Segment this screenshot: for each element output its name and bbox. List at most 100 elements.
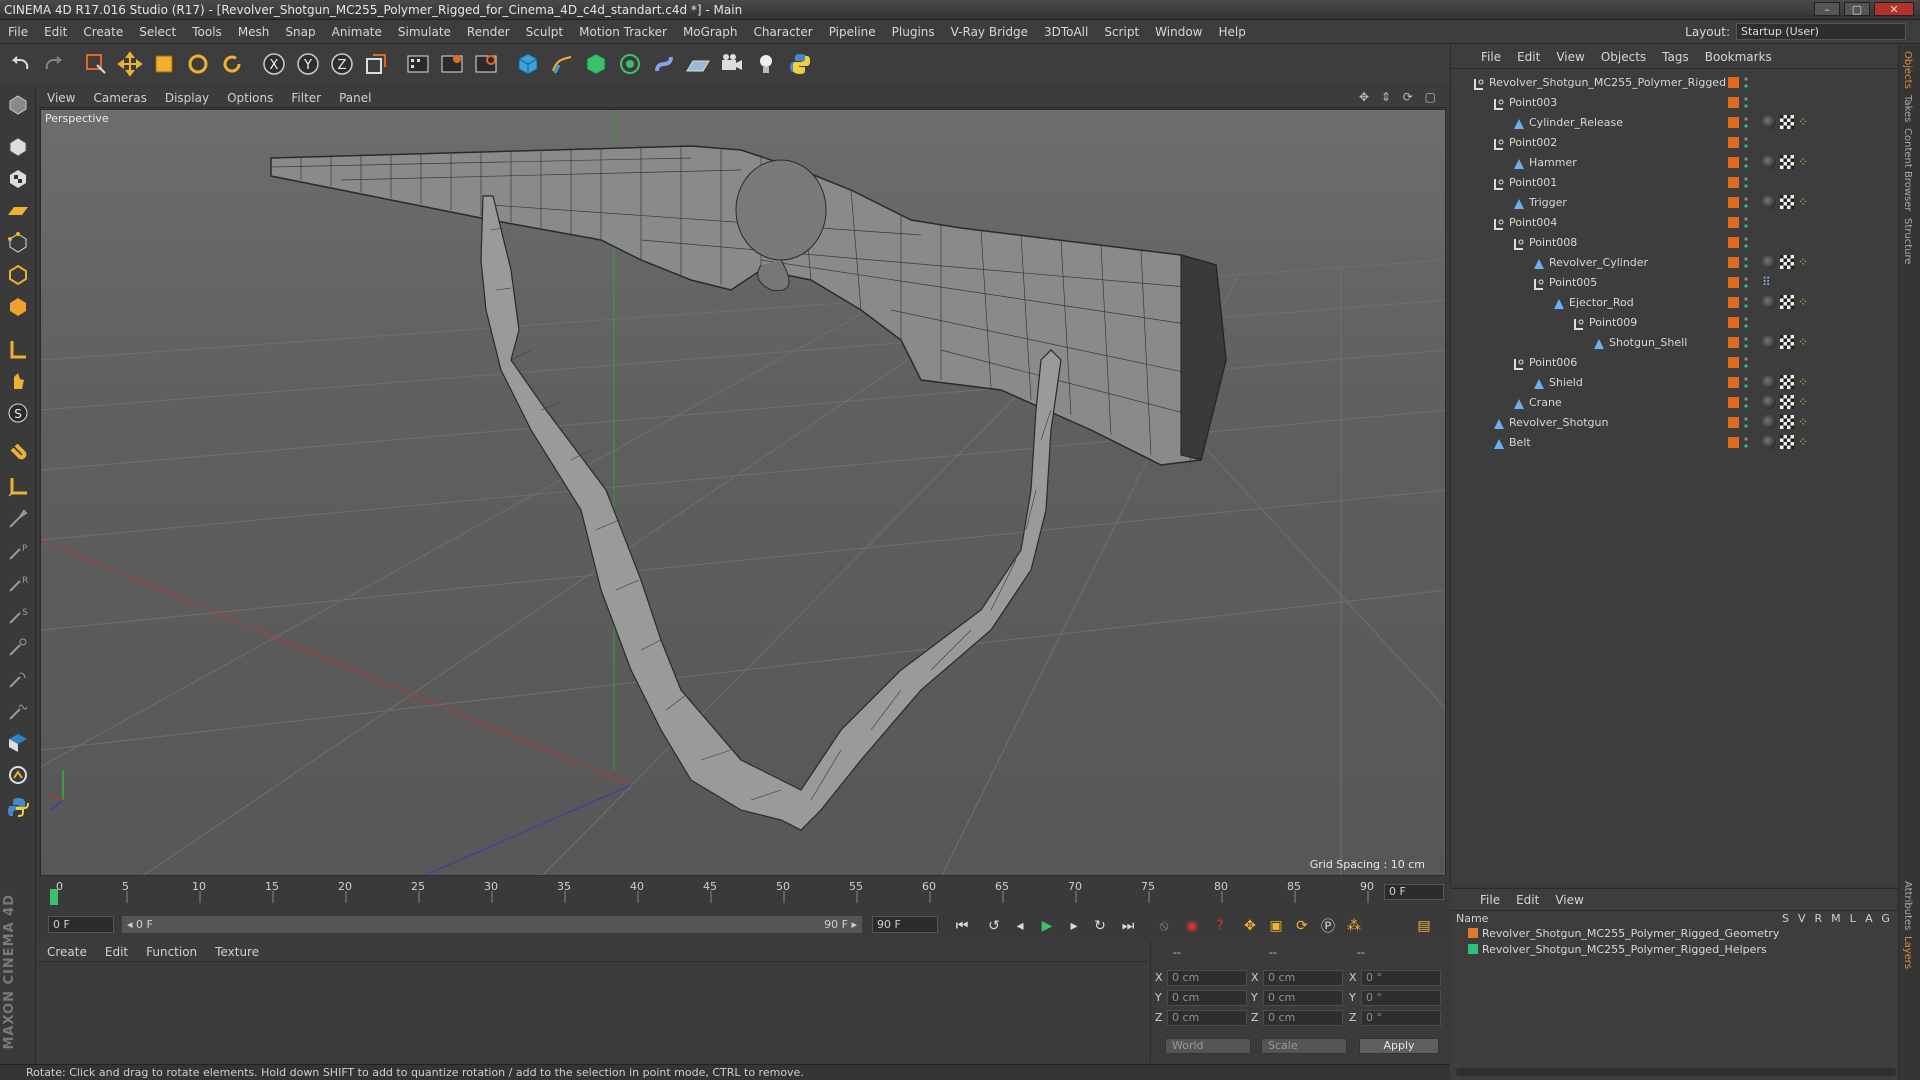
- rotation-p-field[interactable]: 0 °: [1361, 990, 1441, 1006]
- ik-tag-icon[interactable]: ⁘: [1798, 335, 1812, 349]
- snap-icon[interactable]: S: [2, 398, 34, 428]
- visibility-dots-icon[interactable]: [1744, 276, 1748, 290]
- layer-row[interactable]: Revolver_Shotgun_MC255_Polymer_Rigged_Ge…: [1468, 927, 1779, 940]
- ik-tag-icon[interactable]: ⁘: [1798, 115, 1812, 129]
- layer-color-swatch[interactable]: [1728, 157, 1739, 168]
- object-row[interactable]: Point005: [1451, 273, 1726, 293]
- material-tag-icon[interactable]: [1762, 195, 1776, 209]
- uvw-tag-icon[interactable]: [1780, 255, 1794, 269]
- layers-menu-file[interactable]: File: [1472, 893, 1508, 907]
- minimize-button[interactable]: –: [1814, 2, 1840, 16]
- visibility-dots-icon[interactable]: [1744, 216, 1748, 230]
- ik-tag-icon[interactable]: ⁘: [1798, 155, 1812, 169]
- viewport-menu-filter[interactable]: Filter: [282, 91, 330, 105]
- recent-tool-icon[interactable]: [216, 48, 248, 80]
- layer-color-swatch[interactable]: [1728, 437, 1739, 448]
- perspective-viewport[interactable]: Perspective Grid Spacing : 10 cm: [40, 109, 1446, 876]
- current-frame-field[interactable]: 0 F: [1384, 884, 1444, 900]
- brush-smooth-icon[interactable]: [2, 664, 34, 694]
- redo-button[interactable]: [38, 48, 70, 80]
- start-frame-field[interactable]: 0 F: [48, 916, 114, 933]
- menu-script[interactable]: Script: [1096, 25, 1147, 39]
- object-row[interactable]: Shotgun_Shell: [1451, 333, 1726, 353]
- rotation-b-field[interactable]: 0 °: [1361, 1010, 1441, 1026]
- timeline-ruler[interactable]: 0 5 10 15 20 25 30 35 40 45 50 55 60 65 …: [40, 877, 1446, 913]
- light-icon[interactable]: [750, 48, 782, 80]
- position-x-field[interactable]: 0 cm: [1167, 970, 1247, 986]
- cube-primitive-icon[interactable]: [512, 48, 544, 80]
- layer-color-swatch[interactable]: [1728, 77, 1739, 88]
- polygons-mode-icon[interactable]: [2, 292, 34, 322]
- soft-selection-icon[interactable]: [2, 760, 34, 790]
- layer-color-swatch[interactable]: [1728, 397, 1739, 408]
- objects-menu-tags[interactable]: Tags: [1654, 50, 1697, 64]
- timeline-layout-icon[interactable]: ▤: [1412, 915, 1436, 937]
- visibility-dots-icon[interactable]: [1744, 316, 1748, 330]
- layer-color-swatch[interactable]: [1728, 177, 1739, 188]
- edges-mode-icon[interactable]: [2, 260, 34, 290]
- key-parameter-icon[interactable]: Ⓟ: [1316, 915, 1340, 937]
- menu-mesh[interactable]: Mesh: [230, 25, 278, 39]
- viewport-menu-panel[interactable]: Panel: [330, 91, 380, 105]
- layer-color-swatch[interactable]: [1728, 337, 1739, 348]
- close-button[interactable]: ✕: [1874, 2, 1914, 16]
- points-mode-icon[interactable]: [2, 228, 34, 258]
- ik-tag-icon[interactable]: ⁘: [1798, 255, 1812, 269]
- previous-frame-icon[interactable]: ◂: [1008, 915, 1032, 937]
- objects-menu-bookmarks[interactable]: Bookmarks: [1697, 50, 1780, 64]
- apply-button[interactable]: Apply: [1359, 1038, 1439, 1054]
- uvw-tag-icon[interactable]: [1780, 155, 1794, 169]
- key-pla-icon[interactable]: ⁂: [1342, 915, 1366, 937]
- visibility-dots-icon[interactable]: [1744, 376, 1748, 390]
- layer-color-swatch[interactable]: [1728, 357, 1739, 368]
- layer-color-swatch[interactable]: [1728, 137, 1739, 148]
- x-axis-lock-icon[interactable]: X: [258, 48, 290, 80]
- scale-tool-icon[interactable]: [148, 48, 180, 80]
- layout-select[interactable]: Startup (User): [1736, 23, 1906, 40]
- rotation-h-field[interactable]: 0 °: [1361, 970, 1441, 986]
- layer-color-swatch[interactable]: [1728, 257, 1739, 268]
- menu-file[interactable]: File: [0, 25, 36, 39]
- visibility-dots-icon[interactable]: [1744, 156, 1748, 170]
- visibility-dots-icon[interactable]: [1744, 436, 1748, 450]
- coordinate-space-select[interactable]: World: [1165, 1038, 1251, 1054]
- render-settings-icon[interactable]: [470, 48, 502, 80]
- uvw-tag-icon[interactable]: [1780, 335, 1794, 349]
- keyframe-selection-icon[interactable]: ?: [1208, 915, 1232, 937]
- undo-button[interactable]: [4, 48, 36, 80]
- material-tag-icon[interactable]: [1762, 395, 1776, 409]
- size-x-field[interactable]: 0 cm: [1263, 970, 1343, 986]
- object-row[interactable]: Shield: [1451, 373, 1726, 393]
- visibility-dots-icon[interactable]: [1744, 116, 1748, 130]
- visibility-dots-icon[interactable]: [1744, 96, 1748, 110]
- visibility-dots-icon[interactable]: [1744, 176, 1748, 190]
- layer-color-swatch[interactable]: [1728, 197, 1739, 208]
- menu-window[interactable]: Window: [1147, 25, 1210, 39]
- size-y-field[interactable]: 0 cm: [1263, 990, 1343, 1006]
- objects-menu-objects[interactable]: Objects: [1593, 50, 1654, 64]
- layer-color-swatch[interactable]: [1728, 297, 1739, 308]
- material-menu-function[interactable]: Function: [137, 945, 206, 959]
- pen-spline-icon[interactable]: [546, 48, 578, 80]
- tweak-mode-icon[interactable]: [2, 366, 34, 396]
- layer-color-swatch[interactable]: [1728, 317, 1739, 328]
- position-y-field[interactable]: 0 cm: [1167, 990, 1247, 1006]
- record-keys-icon[interactable]: ⦸: [1152, 915, 1176, 937]
- menu-snap[interactable]: Snap: [277, 25, 323, 39]
- menu-character[interactable]: Character: [745, 25, 820, 39]
- menu-render[interactable]: Render: [459, 25, 518, 39]
- move-tool-icon[interactable]: [114, 48, 146, 80]
- make-editable-icon[interactable]: [2, 90, 34, 120]
- object-row[interactable]: Point002: [1451, 133, 1726, 153]
- object-row[interactable]: Ejector_Rod: [1451, 293, 1726, 313]
- objects-menu-edit[interactable]: Edit: [1509, 50, 1548, 64]
- viewport-menu-options[interactable]: Options: [218, 91, 282, 105]
- display-tag-icon[interactable]: ⠿: [1762, 275, 1776, 289]
- layer-color-swatch[interactable]: [1728, 117, 1739, 128]
- deformer-icon[interactable]: [648, 48, 680, 80]
- visibility-dots-icon[interactable]: [1744, 416, 1748, 430]
- floor-icon[interactable]: [682, 48, 714, 80]
- viewport-menu-cameras[interactable]: Cameras: [84, 91, 155, 105]
- layers-menu-view[interactable]: View: [1547, 893, 1591, 907]
- menu-plugins[interactable]: Plugins: [884, 25, 943, 39]
